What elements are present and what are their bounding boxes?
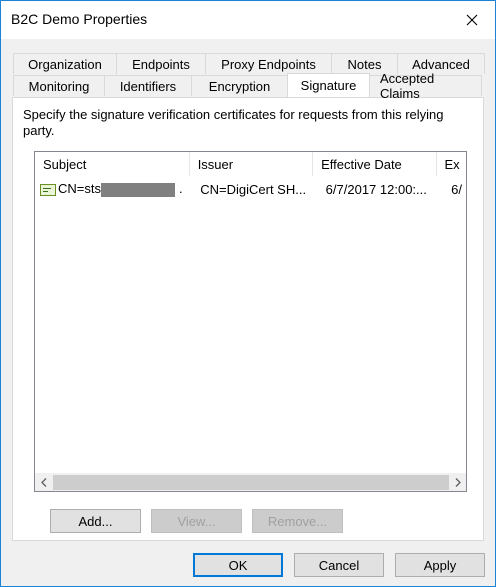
close-button[interactable] xyxy=(449,1,495,39)
window-title: B2C Demo Properties xyxy=(11,11,148,27)
cell-issuer: CN=DigiCert SH... xyxy=(200,181,307,197)
tab-organization[interactable]: Organization xyxy=(13,53,117,74)
panel-description: Specify the signature verification certi… xyxy=(23,107,444,138)
column-expiration[interactable]: Ex xyxy=(436,152,466,176)
tab-accepted-claims[interactable]: Accepted Claims xyxy=(369,71,482,101)
tab-identifiers[interactable]: Identifiers xyxy=(104,75,192,96)
view-button[interactable]: View... xyxy=(151,509,242,533)
tab-proxy-endpoints[interactable]: Proxy Endpoints xyxy=(205,53,332,74)
tab-endpoints[interactable]: Endpoints xyxy=(116,53,206,74)
list-header: Subject Issuer Effective Date Ex xyxy=(35,152,466,176)
remove-button[interactable]: Remove... xyxy=(252,509,343,533)
scrollbar-thumb[interactable] xyxy=(53,475,449,490)
cell-expiration: 6/ xyxy=(451,181,462,197)
column-effective-date[interactable]: Effective Date xyxy=(313,152,437,176)
ok-button[interactable]: OK xyxy=(193,553,283,577)
cell-subject: CN=sts. xyxy=(35,181,192,197)
add-button[interactable]: Add... xyxy=(50,509,141,533)
redacted-block xyxy=(100,182,175,197)
subject-text: CN=sts xyxy=(58,181,101,197)
subject-suffix: . xyxy=(178,181,183,197)
column-issuer[interactable]: Issuer xyxy=(189,152,314,176)
certificate-icon xyxy=(40,183,56,196)
horizontal-scrollbar[interactable] xyxy=(35,473,466,491)
tab-monitoring[interactable]: Monitoring xyxy=(13,75,105,96)
list-item[interactable]: CN=sts. CN=DigiCert SH... 6/7/2017 12:00… xyxy=(35,179,466,199)
close-icon xyxy=(466,14,478,26)
certificate-list[interactable]: Subject Issuer Effective Date Ex CN=sts.… xyxy=(34,151,467,492)
scroll-right-icon[interactable] xyxy=(449,474,466,491)
cell-effective-date: 6/7/2017 12:00:... xyxy=(325,181,427,197)
tab-row-2: Monitoring Identifiers Encryption Signat… xyxy=(13,71,482,101)
scroll-left-icon[interactable] xyxy=(35,474,52,491)
properties-dialog: B2C Demo Properties Organization Endpoin… xyxy=(0,0,496,587)
title-bar: B2C Demo Properties xyxy=(1,1,495,39)
tab-encryption[interactable]: Encryption xyxy=(191,75,288,96)
apply-button[interactable]: Apply xyxy=(395,553,485,577)
column-subject[interactable]: Subject xyxy=(35,152,190,176)
cancel-button[interactable]: Cancel xyxy=(294,553,384,577)
signature-panel: Specify the signature verification certi… xyxy=(12,97,484,541)
tab-signature[interactable]: Signature xyxy=(287,73,370,97)
